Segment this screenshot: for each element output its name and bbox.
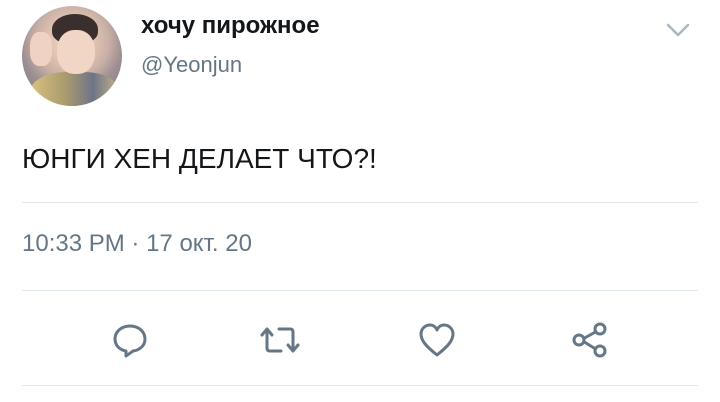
share-button[interactable] (568, 318, 612, 362)
tweet-text: ЮНГИ ХЕН ДЕЛАЕТ ЧТО?! (22, 143, 377, 174)
heart-icon (419, 323, 455, 357)
display-name[interactable]: хочу пирожное (141, 12, 320, 40)
user-handle[interactable]: @Yeonjun (141, 52, 242, 78)
tweet-card: хочу пирожное @Yeonjun ЮНГИ ХЕН ДЕЛАЕТ Ч… (0, 0, 720, 402)
share-icon (572, 322, 607, 358)
avatar-face (57, 30, 95, 74)
like-button[interactable] (415, 318, 459, 362)
reply-icon (113, 324, 147, 358)
avatar[interactable] (22, 6, 122, 106)
retweet-button[interactable] (258, 318, 302, 362)
avatar-body (30, 72, 120, 106)
tweet-actions (0, 318, 720, 362)
reply-button[interactable] (108, 318, 152, 362)
divider (22, 202, 698, 203)
avatar-hand (30, 32, 52, 66)
tweet-date: 17 окт. 20 (146, 230, 252, 257)
divider (22, 290, 698, 291)
divider (22, 385, 698, 386)
tweet-time: 10:33 PM (22, 230, 125, 257)
meta-separator: · (131, 230, 140, 257)
chevron-down-icon[interactable] (664, 18, 692, 42)
tweet-timestamp[interactable]: 10:33 PM · 17 окт. 20 (22, 230, 252, 258)
retweet-icon (260, 327, 300, 353)
